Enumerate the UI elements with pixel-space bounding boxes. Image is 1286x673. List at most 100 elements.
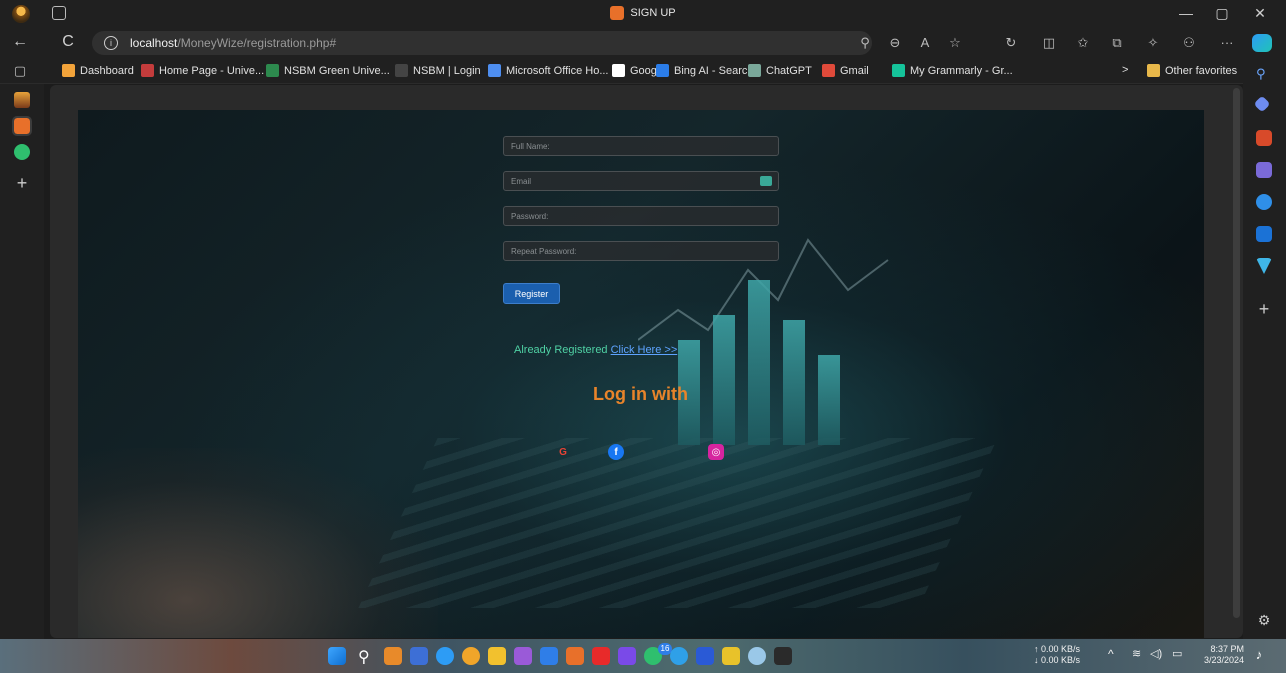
tab-strip-toggle-icon[interactable]: ▢ bbox=[11, 63, 29, 79]
profiles-icon[interactable]: ⚇ bbox=[1180, 35, 1198, 51]
page-scrollbar[interactable] bbox=[1233, 88, 1240, 618]
favorite-label: Bing AI - Search bbox=[674, 64, 754, 77]
favorite-item[interactable]: Gmail bbox=[822, 64, 869, 77]
fullname-input[interactable]: Full Name: bbox=[503, 136, 779, 156]
tray-overflow-icon[interactable]: ^ bbox=[1108, 648, 1114, 660]
zoom-icon[interactable]: ⊖ bbox=[886, 35, 904, 51]
favorite-label: NSBM Green Unive... bbox=[284, 64, 390, 77]
instagram-login-icon[interactable]: ◎ bbox=[708, 444, 724, 460]
favorite-label: NSBM | Login bbox=[413, 64, 481, 77]
upload-speed: ↑ 0.00 KB/s bbox=[1034, 644, 1081, 654]
favorite-item[interactable]: NSBM Green Unive... bbox=[266, 64, 390, 77]
favorite-label: Home Page - Unive... bbox=[159, 64, 265, 77]
new-tab-icon[interactable]: + bbox=[14, 174, 30, 192]
youtube-icon[interactable] bbox=[592, 647, 610, 665]
toolbox-icon[interactable] bbox=[1256, 130, 1272, 146]
taskbar-search-icon[interactable]: ⚲ bbox=[358, 647, 376, 666]
password-manager-icon[interactable] bbox=[760, 176, 772, 186]
registration-form: Full Name: Email Password: Repeat Passwo… bbox=[78, 110, 1204, 638]
vertical-tab-strip: + bbox=[0, 84, 44, 639]
figma-icon[interactable] bbox=[722, 647, 740, 665]
favorite-label: Dashboard bbox=[80, 64, 134, 77]
download-speed: ↓ 0.00 KB/s bbox=[1034, 655, 1081, 665]
start-icon[interactable] bbox=[328, 647, 346, 665]
other-favorites-label: Other favorites bbox=[1165, 64, 1238, 77]
favorite-item[interactable]: NSBM | Login bbox=[395, 64, 481, 77]
refresh-button[interactable]: C bbox=[58, 33, 78, 51]
key-icon[interactable]: ⚲ bbox=[856, 35, 874, 51]
vscode-icon[interactable] bbox=[540, 647, 558, 665]
favorite-item[interactable]: Home Page - Unive... bbox=[141, 64, 264, 77]
games-icon[interactable] bbox=[1256, 162, 1272, 178]
favorite-favicon-icon bbox=[892, 64, 905, 77]
visual-studio-icon[interactable] bbox=[514, 647, 532, 665]
copilot-icon[interactable] bbox=[1252, 34, 1272, 52]
volume-icon[interactable]: ◁) bbox=[1150, 649, 1162, 660]
refresh-page-icon[interactable]: ↻ bbox=[1002, 35, 1020, 51]
login-with-heading: Log in with bbox=[593, 384, 688, 404]
notification-bell-icon[interactable]: ♪ bbox=[1250, 647, 1268, 665]
google-login-icon[interactable]: G bbox=[555, 444, 571, 460]
file-explorer-icon[interactable] bbox=[488, 647, 506, 665]
click-here-link[interactable]: Click Here >> bbox=[611, 344, 678, 356]
favorite-item[interactable]: Dashboard bbox=[62, 64, 134, 77]
register-button[interactable]: Register bbox=[503, 283, 560, 304]
folder-icon bbox=[1147, 64, 1160, 77]
minimize-button[interactable]: — bbox=[1176, 5, 1196, 21]
favorite-star-icon[interactable]: ☆ bbox=[946, 35, 964, 51]
chatgpt-tab-icon[interactable] bbox=[14, 144, 30, 160]
drop-icon[interactable] bbox=[1256, 258, 1272, 274]
favorite-favicon-icon bbox=[62, 64, 75, 77]
widgets-icon[interactable] bbox=[384, 647, 402, 665]
close-button[interactable]: ✕ bbox=[1250, 5, 1270, 22]
copilot-sidebar-icon[interactable] bbox=[1256, 194, 1272, 210]
favorite-item[interactable]: Microsoft Office Ho... bbox=[488, 64, 609, 77]
site-info-icon[interactable]: i bbox=[104, 36, 118, 50]
chrome-icon[interactable] bbox=[462, 647, 480, 665]
edge-taskbar-icon[interactable] bbox=[436, 647, 454, 665]
search-icon[interactable]: ⚲ bbox=[1256, 66, 1272, 82]
add-sidebar-app-icon[interactable]: + bbox=[1256, 300, 1272, 318]
repeat-password-input[interactable]: Repeat Password: bbox=[503, 241, 779, 261]
battery-icon[interactable]: ▭ bbox=[1172, 649, 1182, 660]
favorite-item[interactable]: ChatGPT bbox=[748, 64, 812, 77]
url-path: /MoneyWize/registration.php# bbox=[177, 36, 337, 50]
site-favicon-icon bbox=[610, 6, 625, 20]
favorites-icon[interactable]: ✩ bbox=[1074, 35, 1092, 51]
favorite-item[interactable]: My Grammarly - Gr... bbox=[892, 64, 1013, 77]
more-menu-icon[interactable]: ··· bbox=[1218, 35, 1236, 50]
app-icon[interactable] bbox=[14, 92, 30, 108]
window-title-text: SIGN UP bbox=[630, 7, 676, 19]
favorite-favicon-icon bbox=[612, 64, 625, 77]
extensions-icon[interactable]: ✧ bbox=[1144, 35, 1162, 51]
xampp-icon[interactable] bbox=[566, 647, 584, 665]
media-player-icon[interactable] bbox=[618, 647, 636, 665]
notes-icon[interactable] bbox=[410, 647, 428, 665]
back-button[interactable]: ← bbox=[10, 33, 30, 51]
other-favorites-folder[interactable]: Other favorites bbox=[1147, 64, 1237, 77]
split-screen-icon[interactable]: ◫ bbox=[1040, 35, 1058, 51]
url-host: localhost bbox=[130, 36, 178, 50]
facebook-login-icon[interactable]: f bbox=[608, 444, 624, 460]
tag-icon[interactable] bbox=[1253, 95, 1271, 113]
restore-button[interactable]: ▢ bbox=[1212, 5, 1232, 22]
active-tab-icon[interactable] bbox=[12, 116, 32, 136]
window-title: SIGN UP bbox=[0, 6, 1286, 20]
email-input[interactable]: Email bbox=[503, 171, 779, 191]
telegram-icon[interactable] bbox=[670, 647, 688, 665]
settings-gear-icon[interactable]: ⚙ bbox=[1256, 612, 1272, 628]
favorite-label: Gmail bbox=[840, 64, 869, 77]
word-icon[interactable] bbox=[696, 647, 714, 665]
clock[interactable]: 8:37 PM 3/23/2024 bbox=[1204, 644, 1244, 666]
wifi-icon[interactable]: ≋ bbox=[1132, 649, 1141, 660]
read-aloud-icon[interactable]: A bbox=[916, 35, 934, 50]
favorite-item[interactable]: Bing AI - Search bbox=[656, 64, 754, 77]
settings-app-icon[interactable] bbox=[748, 647, 766, 665]
terminal-icon[interactable] bbox=[774, 647, 792, 665]
favorite-favicon-icon bbox=[748, 64, 761, 77]
address-bar[interactable]: i localhost/MoneyWize/registration.php# bbox=[92, 31, 872, 55]
outlook-icon[interactable] bbox=[1256, 226, 1272, 242]
password-input[interactable]: Password: bbox=[503, 206, 779, 226]
collections-icon[interactable]: ⧉ bbox=[1108, 35, 1126, 51]
favorites-overflow-button[interactable]: > bbox=[1122, 64, 1128, 76]
